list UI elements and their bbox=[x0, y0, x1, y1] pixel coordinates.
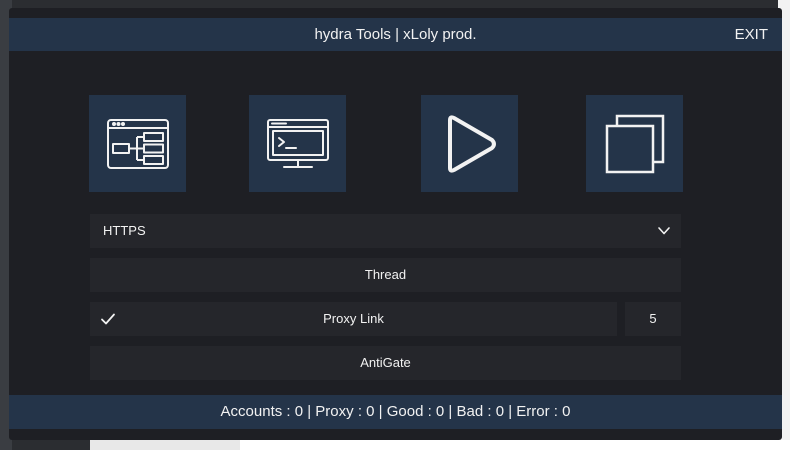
title-bar: hydra Tools | xLoly prod. EXIT bbox=[9, 18, 782, 51]
flowchart-tile-button[interactable] bbox=[89, 95, 186, 192]
proxy-link-label: Proxy Link bbox=[323, 311, 384, 326]
copy-tile-button[interactable] bbox=[586, 95, 683, 192]
thread-count-input[interactable]: 5 bbox=[625, 302, 681, 336]
status-bar: Accounts : 0 | Proxy : 0 | Good : 0 | Ba… bbox=[9, 395, 782, 429]
exit-button[interactable]: EXIT bbox=[735, 18, 768, 51]
terminal-tile-button[interactable] bbox=[249, 95, 346, 192]
proxy-link-checkbox[interactable]: Proxy Link bbox=[90, 302, 617, 336]
play-tile-button[interactable] bbox=[421, 95, 518, 192]
background-desktop-bottom-right bbox=[240, 440, 790, 450]
antigate-button[interactable]: AntiGate bbox=[90, 346, 681, 380]
background-desktop-bottom bbox=[90, 440, 240, 450]
window-title: hydra Tools | xLoly prod. bbox=[314, 26, 477, 43]
terminal-icon bbox=[266, 118, 329, 168]
copy-icon bbox=[605, 114, 664, 173]
play-icon bbox=[447, 114, 496, 173]
proxy-type-selected: HTTPS bbox=[103, 223, 146, 238]
proxy-type-dropdown[interactable]: HTTPS bbox=[90, 214, 681, 248]
thread-button[interactable]: Thread bbox=[90, 258, 681, 292]
flowchart-icon bbox=[106, 118, 169, 169]
app-window: hydra Tools | xLoly prod. EXIT HTTPS Thr… bbox=[9, 8, 782, 440]
chevron-down-icon bbox=[658, 227, 670, 235]
